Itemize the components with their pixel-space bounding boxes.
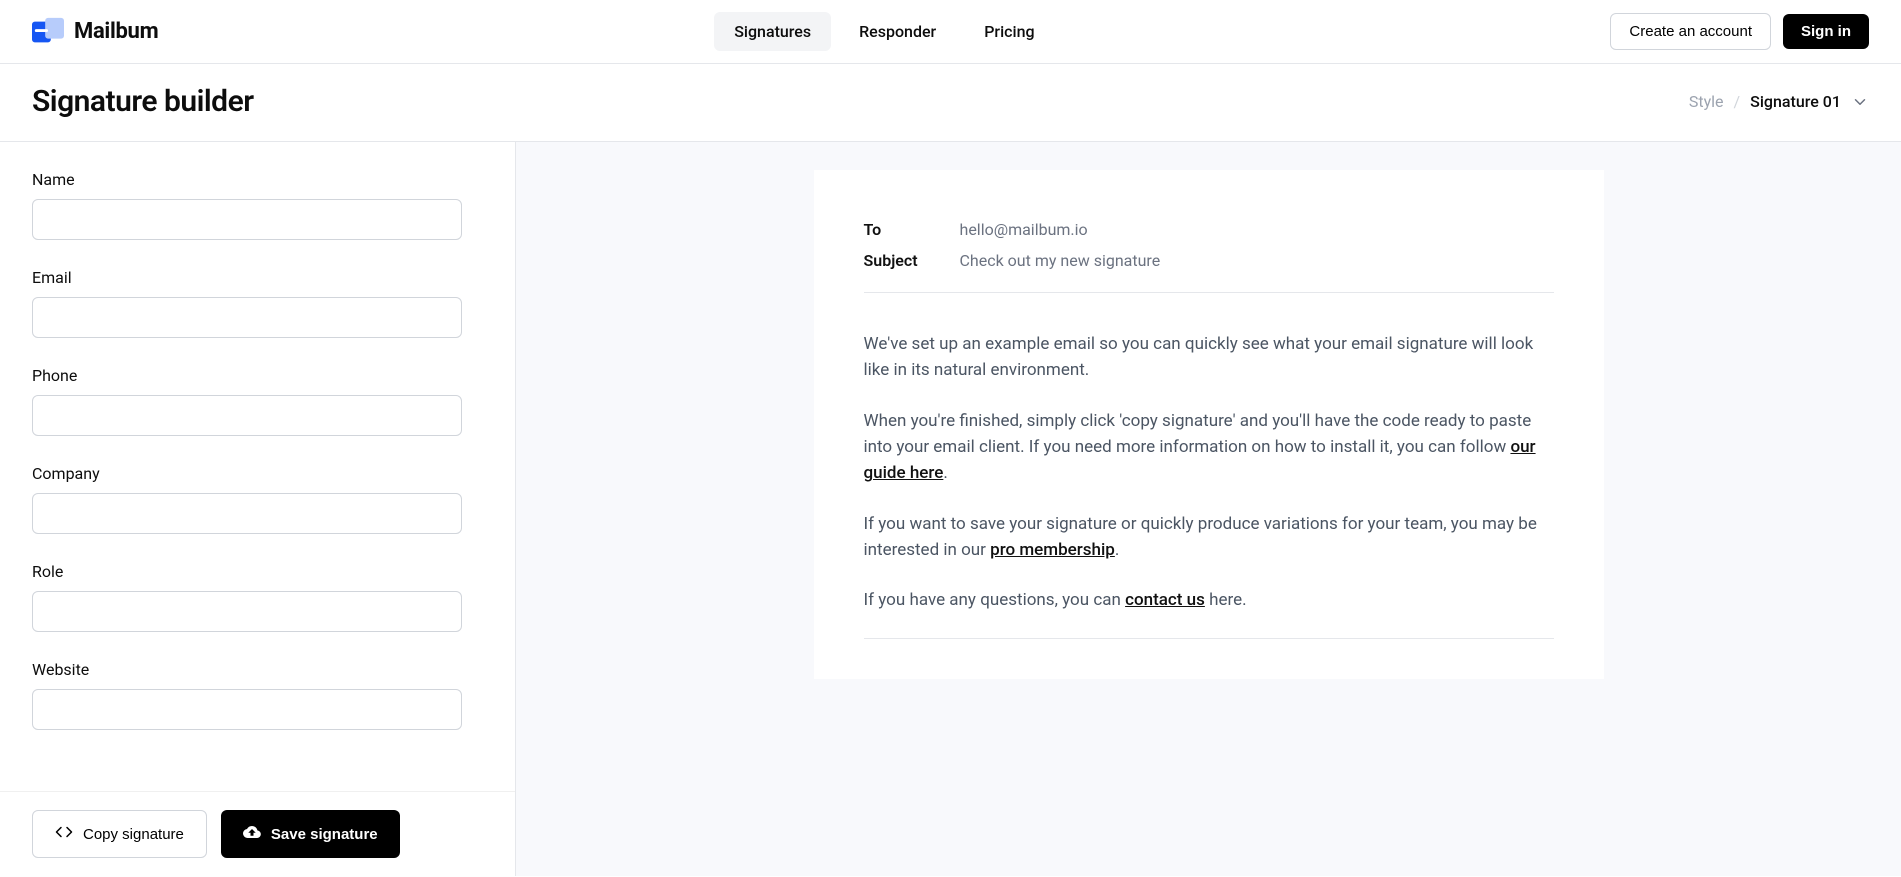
input-company[interactable] <box>32 493 462 534</box>
copy-signature-label: Copy signature <box>83 826 184 843</box>
style-slash: / <box>1734 92 1741 111</box>
top-nav: Mailbum Signatures Responder Pricing Cre… <box>0 0 1901 64</box>
nav-responder[interactable]: Responder <box>839 12 956 51</box>
input-role[interactable] <box>32 591 462 632</box>
field-phone: Phone <box>32 366 483 436</box>
subject-label: Subject <box>864 251 960 270</box>
label-email: Email <box>32 268 483 287</box>
label-website: Website <box>32 660 483 679</box>
pro-membership-link[interactable]: pro membership <box>990 540 1115 560</box>
preview-pane: To hello@mailbum.io Subject Check out my… <box>516 142 1901 876</box>
email-card: To hello@mailbum.io Subject Check out my… <box>814 170 1604 679</box>
subject-value: Check out my new signature <box>960 251 1161 270</box>
brand-logo-icon <box>32 16 64 48</box>
cloud-upload-icon <box>243 823 261 845</box>
primary-nav: Signatures Responder Pricing <box>714 12 1054 51</box>
auth-actions: Create an account Sign in <box>1610 13 1869 50</box>
field-company: Company <box>32 464 483 534</box>
field-name: Name <box>32 170 483 240</box>
sidebar: Name Email Phone Company Role Website <box>0 142 516 876</box>
body-paragraph-3: If you want to save your signature or qu… <box>864 511 1554 564</box>
body-paragraph-2: When you're finished, simply click 'copy… <box>864 408 1554 487</box>
chevron-down-icon <box>1851 93 1869 111</box>
body-p3-tail: . <box>1115 540 1119 560</box>
body-p2-tail: . <box>943 463 947 483</box>
sub-header: Signature builder Style / Signature 01 <box>0 64 1901 142</box>
contact-us-link[interactable]: contact us <box>1125 590 1205 610</box>
form-extra-space <box>32 758 483 791</box>
nav-pricing[interactable]: Pricing <box>964 12 1054 51</box>
label-company: Company <box>32 464 483 483</box>
style-value: Signature 01 <box>1750 92 1841 111</box>
input-email[interactable] <box>32 297 462 338</box>
body-p2-text: When you're finished, simply click 'copy… <box>864 411 1532 457</box>
meta-row-to: To hello@mailbum.io <box>864 220 1554 239</box>
email-body: We've set up an example email so you can… <box>864 331 1554 639</box>
label-phone: Phone <box>32 366 483 385</box>
style-selector[interactable]: Style / Signature 01 <box>1689 92 1869 111</box>
style-label: Style <box>1689 92 1724 111</box>
save-signature-button[interactable]: Save signature <box>221 810 400 858</box>
create-account-button[interactable]: Create an account <box>1610 13 1771 50</box>
page-title: Signature builder <box>32 84 254 119</box>
body-p3-text: If you want to save your signature or qu… <box>864 514 1537 560</box>
form-scroll-area[interactable]: Name Email Phone Company Role Website <box>0 142 515 791</box>
brand[interactable]: Mailbum <box>32 16 158 48</box>
signature-divider <box>864 638 1554 639</box>
sidebar-actions: Copy signature Save signature <box>0 791 515 876</box>
field-role: Role <box>32 562 483 632</box>
code-icon <box>55 823 73 845</box>
copy-signature-button[interactable]: Copy signature <box>32 810 207 858</box>
save-signature-label: Save signature <box>271 826 378 843</box>
to-value: hello@mailbum.io <box>960 220 1088 239</box>
body-p4-tail: here. <box>1205 590 1247 610</box>
meta-row-subject: Subject Check out my new signature <box>864 251 1554 270</box>
label-role: Role <box>32 562 483 581</box>
email-meta: To hello@mailbum.io Subject Check out my… <box>864 220 1554 293</box>
input-phone[interactable] <box>32 395 462 436</box>
field-website: Website <box>32 660 483 730</box>
brand-name: Mailbum <box>74 19 158 44</box>
body-p4-text: If you have any questions, you can <box>864 590 1126 610</box>
input-website[interactable] <box>32 689 462 730</box>
nav-signatures[interactable]: Signatures <box>714 12 831 51</box>
input-name[interactable] <box>32 199 462 240</box>
to-label: To <box>864 220 960 239</box>
sign-in-button[interactable]: Sign in <box>1783 14 1869 49</box>
field-email: Email <box>32 268 483 338</box>
body-paragraph-4: If you have any questions, you can conta… <box>864 587 1554 613</box>
label-name: Name <box>32 170 483 189</box>
body-paragraph-1: We've set up an example email so you can… <box>864 331 1554 384</box>
workspace: Name Email Phone Company Role Website <box>0 142 1901 876</box>
